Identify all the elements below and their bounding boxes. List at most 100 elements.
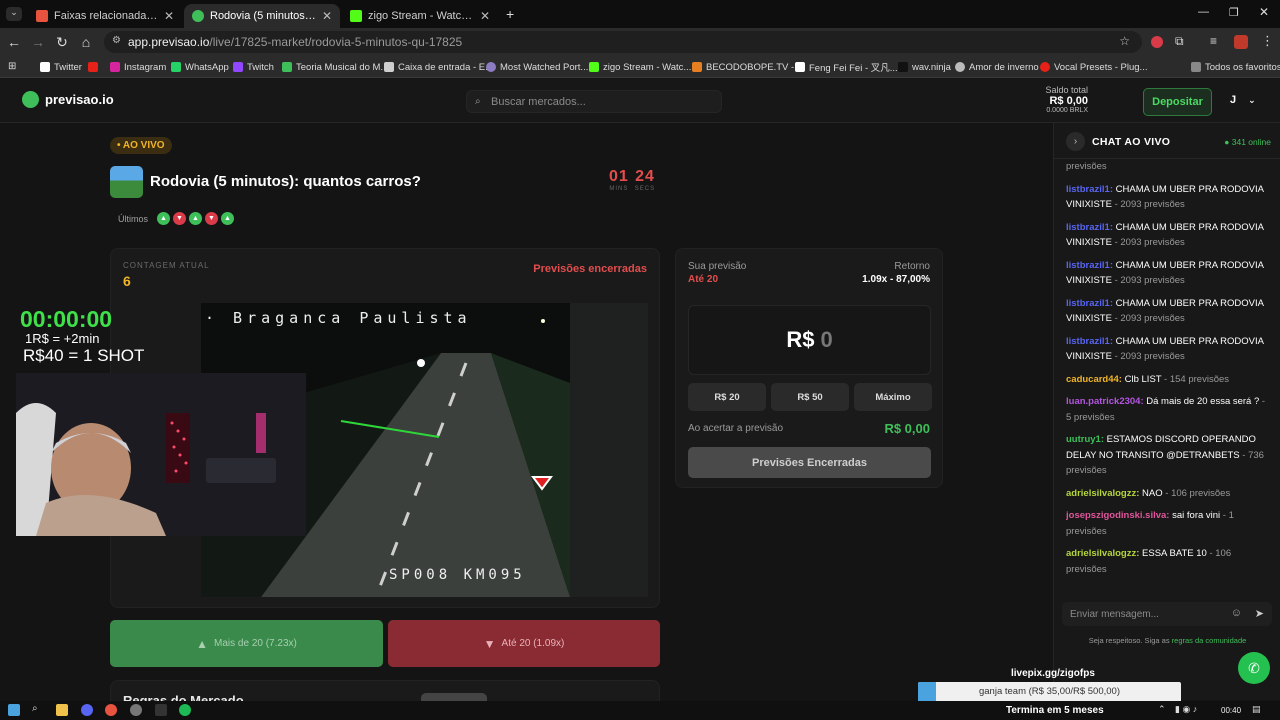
chat-username[interactable]: listbrazil1: <box>1066 336 1113 347</box>
bookmark-vocal[interactable]: Vocal Presets - Plug... <box>1040 59 1147 75</box>
amount-input[interactable]: R$ 0 <box>688 305 931 375</box>
video-caption-bottom: SP008 KM095 <box>389 567 526 583</box>
bookmark-label: Feng Fei Fei - 叉凡... <box>809 63 898 74</box>
chat-username[interactable]: adrielsilvalogzz: <box>1066 488 1139 499</box>
site-logo[interactable]: previsao.io <box>22 91 114 108</box>
chat-username[interactable]: listbrazil1: <box>1066 298 1113 309</box>
chat-username[interactable]: listbrazil1: <box>1066 184 1113 195</box>
chat-username[interactable]: caducard44: <box>1066 374 1122 385</box>
site-header: previsao.io ⌕ Buscar mercados... Saldo t… <box>0 79 1280 123</box>
home-icon[interactable]: ⌂ <box>78 34 94 50</box>
tab-3[interactable]: zigo Stream - Watch Live on Kick ✕ <box>342 4 498 28</box>
new-tab-icon[interactable]: + <box>506 6 514 22</box>
bookmark-feng[interactable]: Feng Fei Fei - 叉凡... <box>795 59 898 75</box>
windows-start-icon[interactable] <box>8 704 20 716</box>
tab-close-icon[interactable]: ✕ <box>480 9 490 23</box>
bookmark-twitter[interactable]: Twitter <box>40 59 82 75</box>
quick-amount-max-button[interactable]: Máximo <box>854 383 932 411</box>
tab-2[interactable]: Rodovia (5 minutos): quantos carros? ✕ <box>184 4 340 28</box>
all-bookmarks[interactable]: Todos os favoritos <box>1191 59 1280 75</box>
quick-amount-20-button[interactable]: R$ 20 <box>688 383 766 411</box>
whatsapp-support-button[interactable]: ✆ <box>1238 652 1270 684</box>
close-window-icon[interactable]: ✕ <box>1259 5 1269 19</box>
up-arrow-icon: ▲ <box>157 212 171 225</box>
community-rules-link[interactable]: regras da comunidade <box>1172 636 1247 645</box>
reload-icon[interactable]: ↻ <box>54 34 70 50</box>
file-explorer-icon[interactable] <box>56 704 68 716</box>
forward-icon[interactable]: → <box>30 34 46 50</box>
online-count-text: 341 online <box>1231 137 1271 147</box>
chat-prediction-count: - 2093 previsões <box>1111 351 1185 362</box>
user-menu[interactable]: J ⌄ <box>1230 94 1256 106</box>
bookmark-amor[interactable]: Amor de inverno <box>955 59 1039 75</box>
site-info-icon[interactable]: ⚙ <box>112 35 121 46</box>
count-label: CONTAGEM ATUAL <box>123 261 210 270</box>
discord-icon[interactable] <box>81 704 93 716</box>
back-icon[interactable]: ← <box>6 34 22 50</box>
predictions-closed-button[interactable]: Previsões Encerradas <box>688 447 931 478</box>
send-icon[interactable]: ➤ <box>1255 607 1264 620</box>
bookmark-whatsapp[interactable]: WhatsApp <box>171 59 229 75</box>
url-input[interactable]: ⚙ app.previsao.io/live/17825-market/rodo… <box>104 31 1142 53</box>
media-icon[interactable]: ≡ <box>1210 34 1217 48</box>
bookmark-caixa[interactable]: Caixa de entrada - E... <box>384 59 493 75</box>
chat-username[interactable]: luan.patrick2304: <box>1066 396 1144 407</box>
bookmark-star-icon[interactable]: ☆ <box>1119 34 1130 48</box>
livepix-goal-bar: ganja team (R$ 35,00/R$ 500,00) <box>918 682 1181 703</box>
chat-username[interactable]: josepszigodinski.silva: <box>1066 510 1169 521</box>
tab-search-icon[interactable]: ⌄ <box>6 7 22 21</box>
apps-grid-icon[interactable]: ⊞ <box>8 61 16 72</box>
payout-value: R$ 0,00 <box>884 421 930 436</box>
chat-text: sai fora vini <box>1169 510 1221 521</box>
taskbar-search-icon[interactable]: ⌕ <box>32 703 38 714</box>
tab-1[interactable]: Faixas relacionadas: MINA PERVE ✕ <box>28 4 182 28</box>
taskbar-clock: 00:40 <box>1221 706 1242 715</box>
collapse-chat-icon[interactable]: › <box>1066 132 1085 151</box>
bookmark-teoria[interactable]: Teoria Musical do M... <box>282 59 388 75</box>
up-to-button[interactable]: ▼ Até 20 (1.09x) <box>388 620 660 667</box>
deposit-button[interactable]: Depositar <box>1143 88 1212 116</box>
profile-avatar[interactable] <box>1234 35 1248 49</box>
notifications-icon[interactable]: ▤ <box>1252 704 1261 715</box>
chat-input[interactable]: Enviar mensagem... ☺ ➤ <box>1062 602 1272 626</box>
amount-value: 0 <box>820 327 833 352</box>
chat-message: josepszigodinski.silva: sai fora vini - … <box>1066 508 1272 539</box>
chat-username[interactable]: listbrazil1: <box>1066 260 1113 271</box>
chat-username[interactable]: uutruy1: <box>1066 434 1104 445</box>
market-thumbnail <box>110 166 143 198</box>
your-prediction-value: Até 20 <box>688 274 719 285</box>
search-input[interactable]: ⌕ Buscar mercados... <box>466 90 722 113</box>
chat-text: NAO <box>1139 487 1163 499</box>
bookmark-instagram[interactable]: Instagram <box>110 59 166 75</box>
spotify-icon[interactable] <box>179 704 191 716</box>
chat-messages[interactable]: previsões listbrazil1: CHAMA UM UBER PRA … <box>1066 159 1272 589</box>
bookmark-label: Caixa de entrada - E... <box>398 61 494 73</box>
minimize-icon[interactable]: — <box>1198 6 1209 18</box>
tab-close-icon[interactable]: ✕ <box>164 9 174 23</box>
chat-message: luan.patrick2304: Dá mais de 20 essa ser… <box>1066 394 1272 425</box>
bookmark-becodobope[interactable]: BECODOBOPE.TV -... <box>692 59 802 75</box>
bookmark-zigo[interactable]: zigo Stream - Watc... <box>589 59 691 75</box>
tray-icons[interactable]: ▮ ◉ ♪ <box>1175 704 1197 715</box>
chrome-icon[interactable] <box>105 704 117 716</box>
tab-close-icon[interactable]: ✕ <box>322 9 332 23</box>
quick-amount-50-button[interactable]: R$ 50 <box>771 383 849 411</box>
chat-username[interactable]: listbrazil1: <box>1066 222 1113 233</box>
your-prediction-label: Sua previsão <box>688 261 747 272</box>
emoji-icon[interactable]: ☺ <box>1231 607 1242 619</box>
chat-username[interactable]: adrielsilvalogzz: <box>1066 548 1139 559</box>
bookmark-youtube[interactable] <box>88 59 102 75</box>
restore-icon[interactable]: ❐ <box>1229 6 1239 19</box>
app-icon[interactable] <box>155 704 167 716</box>
extensions-puzzle-icon[interactable]: ⧉ <box>1175 34 1184 49</box>
more-than-button[interactable]: ▲ Mais de 20 (7.23x) <box>110 620 383 667</box>
bookmark-twitch[interactable]: Twitch <box>233 59 274 75</box>
tray-chevron-icon[interactable]: ⌃ <box>1158 704 1166 715</box>
browser-menu-icon[interactable]: ⋮ <box>1261 33 1274 49</box>
livepix-ends: Termina em 5 meses <box>1006 705 1104 716</box>
bookmark-most-watched[interactable]: Most Watched Port... <box>486 59 588 75</box>
online-dot-icon: ● <box>1224 137 1232 147</box>
bookmark-wav[interactable]: wav.ninja <box>898 59 951 75</box>
extension-icon[interactable] <box>1151 36 1163 48</box>
obs-icon[interactable] <box>130 704 142 716</box>
